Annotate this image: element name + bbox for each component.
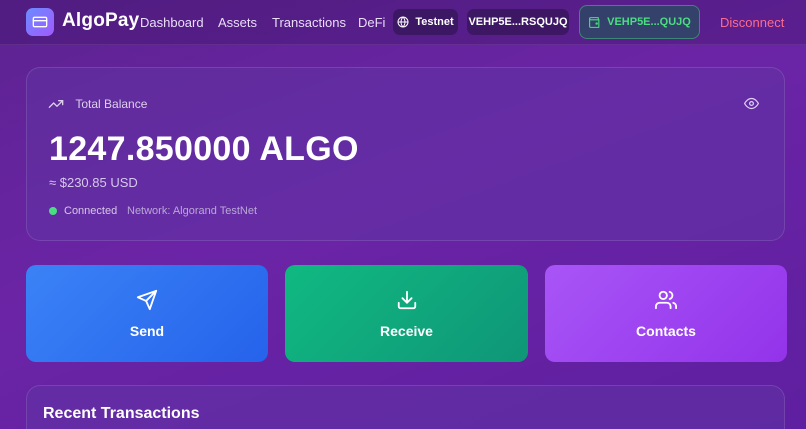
send-icon <box>136 289 158 311</box>
download-icon <box>396 289 418 311</box>
receive-button[interactable]: Receive <box>285 265 528 362</box>
send-label: Send <box>129 322 165 339</box>
connection-status: Connected <box>49 205 117 217</box>
network-label: Network: Algorand TestNet <box>127 205 258 217</box>
users-icon <box>655 289 677 311</box>
contacts-button[interactable]: Contacts <box>545 265 787 362</box>
brand-name[interactable]: AlgoPay <box>62 10 139 32</box>
nav-transactions[interactable]: Transactions <box>272 15 346 30</box>
nav-assets[interactable]: Assets <box>218 15 257 30</box>
wallet-address: VEHP5E...QUJQ <box>607 16 691 28</box>
receive-label: Receive <box>380 322 433 339</box>
status-dot-icon <box>49 207 57 215</box>
connected-wallet-button[interactable]: VEHP5E...QUJQ <box>579 5 700 39</box>
total-balance-label: Total Balance <box>75 97 148 111</box>
contacts-label: Contacts <box>636 322 696 339</box>
wallet-logo-icon[interactable] <box>26 8 54 36</box>
nav-dashboard[interactable]: Dashboard <box>140 15 204 30</box>
balance-usd: ≈ $230.85 USD <box>49 175 138 190</box>
balance-amount: 1247.850000 ALGO <box>49 130 359 168</box>
send-button[interactable]: Send <box>26 265 268 362</box>
trending-up-icon <box>48 96 64 112</box>
account-address-pill[interactable]: VEHP5E...RSQUJQ <box>467 9 569 35</box>
network-selector[interactable]: Testnet <box>393 9 458 35</box>
top-nav-bar: AlgoPay Dashboard Assets Transactions De… <box>0 0 806 45</box>
connection-status-label: Connected <box>64 205 118 217</box>
recent-transactions-title: Recent Transactions <box>43 405 200 422</box>
eye-icon[interactable] <box>744 96 759 116</box>
account-address: VEHP5E...RSQUJQ <box>468 16 568 28</box>
disconnect-button[interactable]: Disconnect <box>720 15 784 30</box>
globe-icon <box>397 16 409 28</box>
wallet-icon <box>588 16 601 29</box>
network-badge-label: Testnet <box>415 16 454 28</box>
nav-defi[interactable]: DeFi <box>358 15 385 30</box>
total-balance-label-row: Total Balance <box>48 96 147 112</box>
